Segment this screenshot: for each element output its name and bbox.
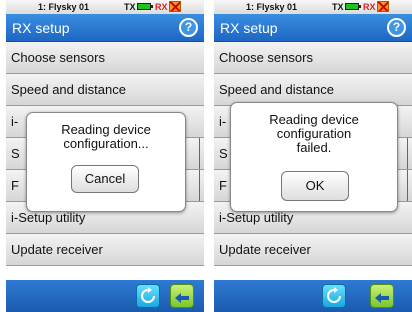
- menu-item-label: F: [219, 178, 227, 193]
- rx-label: RX: [363, 2, 376, 12]
- tx-label: TX: [124, 2, 136, 12]
- model-name: 1: Flysky 01: [246, 2, 298, 12]
- status-bar: 1: Flysky 01 TX RX: [6, 0, 204, 14]
- back-arrow-icon[interactable]: [170, 284, 194, 308]
- refresh-icon[interactable]: [322, 284, 346, 308]
- tx-label: TX: [332, 2, 344, 12]
- menu-item-label: S: [219, 146, 228, 161]
- help-icon[interactable]: ?: [387, 18, 406, 37]
- battery-icon: [137, 3, 153, 10]
- bottom-bar: [6, 280, 204, 312]
- page-title: RX setup: [12, 20, 70, 36]
- page-title: RX setup: [220, 20, 278, 36]
- no-signal-icon: [377, 1, 389, 12]
- title-bar: RX setup ?: [6, 14, 204, 42]
- menu-item-update-receiver[interactable]: Update receiver: [6, 234, 204, 266]
- divider: [199, 170, 200, 201]
- menu-item-speed-distance[interactable]: Speed and distance: [6, 74, 204, 106]
- failed-dialog: Reading device configuration failed. OK: [230, 102, 398, 212]
- screen-reading: 1: Flysky 01 TX RX RX setup ? Choose sen…: [6, 0, 204, 312]
- divider: [407, 138, 408, 169]
- no-signal-icon: [169, 1, 181, 12]
- back-arrow-icon[interactable]: [370, 284, 394, 308]
- menu-item-update-receiver[interactable]: Update receiver: [214, 234, 412, 266]
- status-bar: 1: Flysky 01 TX RX: [214, 0, 412, 14]
- dialog-message: Reading device configuration...: [61, 122, 151, 151]
- menu-item-label: F: [11, 178, 19, 193]
- menu-item-label: S: [11, 146, 20, 161]
- screen-failed: 1: Flysky 01 TX RX RX setup ? Choose sen…: [214, 0, 412, 312]
- divider: [407, 170, 408, 201]
- dialog-message: Reading device configuration failed.: [269, 112, 359, 155]
- title-bar: RX setup ?: [214, 14, 412, 42]
- ok-button[interactable]: OK: [281, 171, 349, 201]
- rx-label: RX: [155, 2, 168, 12]
- menu-item-choose-sensors[interactable]: Choose sensors: [6, 42, 204, 74]
- model-name: 1: Flysky 01: [38, 2, 90, 12]
- menu-item-label: i-: [11, 114, 19, 129]
- cancel-button[interactable]: Cancel: [71, 165, 139, 193]
- help-icon[interactable]: ?: [179, 18, 198, 37]
- menu-item-label: i-: [219, 114, 227, 129]
- reading-dialog: Reading device configuration... Cancel: [26, 112, 186, 212]
- menu-item-choose-sensors[interactable]: Choose sensors: [214, 42, 412, 74]
- refresh-icon[interactable]: [136, 284, 160, 308]
- battery-icon: [345, 3, 361, 10]
- divider: [199, 138, 200, 169]
- bottom-bar: [214, 280, 412, 312]
